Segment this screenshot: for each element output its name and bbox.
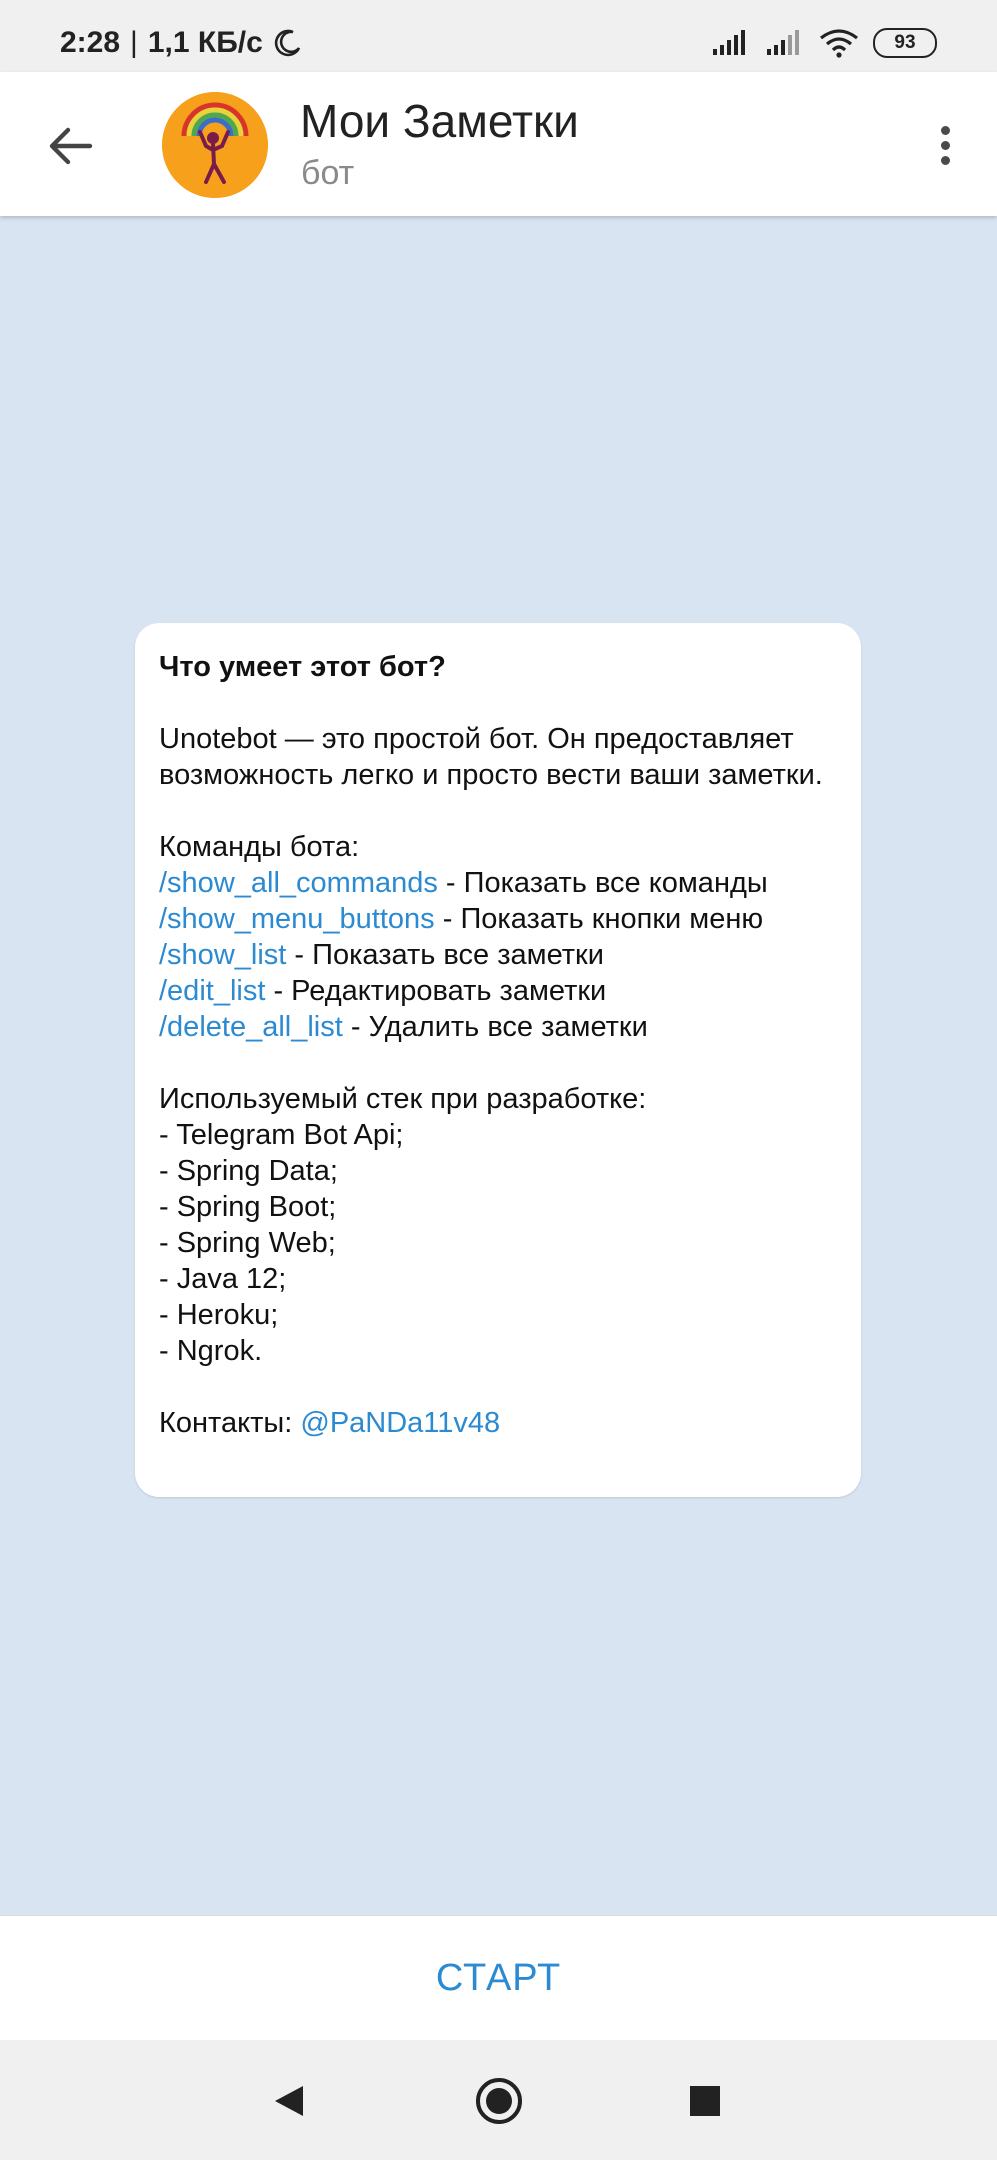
moon-icon — [274, 29, 300, 57]
chat-header: Мои Заметки бот — [0, 72, 997, 216]
contacts-label: Контакты: — [159, 1407, 301, 1439]
bot-avatar-icon — [162, 92, 268, 198]
command-item: /show_menu_buttons - Показать кнопки мен… — [159, 901, 837, 937]
status-left: 2:28 | 1,1 КБ/с — [60, 26, 303, 60]
stack-item: - Spring Boot; — [159, 1191, 337, 1223]
nav-home-button[interactable] — [472, 2074, 526, 2128]
stack-item: - Spring Web; — [159, 1227, 336, 1259]
circle-home-icon — [476, 2078, 522, 2124]
contacts-line: Контакты: @PaNDa11v48 — [159, 1405, 837, 1441]
nav-recents-button[interactable] — [678, 2074, 732, 2128]
command-desc: - Удалить все заметки — [342, 1011, 648, 1043]
stack-title: Используемый стек при разработке: — [159, 1083, 647, 1115]
command-item: /show_list - Показать все заметки — [159, 937, 837, 973]
card-description: Unotebot — это простой бот. Он предостав… — [159, 723, 823, 791]
system-nav-bar — [0, 2040, 997, 2160]
more-menu-button[interactable] — [915, 112, 975, 178]
stack-item: - Ngrok. — [159, 1335, 263, 1367]
stack-item: - Heroku; — [159, 1299, 279, 1331]
signal-icon — [767, 30, 799, 55]
command-link[interactable]: /show_menu_buttons — [159, 903, 435, 935]
commands-title: Команды бота: — [159, 831, 360, 863]
stack-item: - Spring Data; — [159, 1155, 338, 1187]
command-link[interactable]: /show_list — [159, 939, 286, 971]
chat-subtitle: бот — [301, 154, 355, 192]
status-bar: 2:28 | 1,1 КБ/с 93 — [0, 0, 997, 72]
command-link[interactable]: /edit_list — [159, 975, 265, 1007]
start-button[interactable]: СТАРТ — [0, 1916, 997, 2041]
status-separator: | — [130, 26, 138, 59]
stack-item: - Telegram Bot Api; — [159, 1119, 404, 1151]
command-item: /show_all_commands - Показать все команд… — [159, 865, 837, 901]
status-speed: 1,1 КБ/с — [147, 26, 263, 59]
avatar[interactable] — [162, 92, 268, 198]
triangle-back-icon — [275, 2086, 303, 2116]
wifi-icon — [820, 29, 858, 58]
signal-icon — [713, 30, 745, 55]
status-time: 2:28 — [60, 26, 121, 59]
command-link[interactable]: /delete_all_list — [159, 1011, 343, 1043]
command-desc: - Показать все команды — [437, 867, 768, 899]
more-vertical-icon — [940, 140, 950, 150]
card-heading: Что умеет этот бот? — [159, 651, 446, 683]
square-recents-icon — [690, 2086, 720, 2116]
command-desc: - Показать кнопки меню — [434, 903, 764, 935]
nav-back-button[interactable] — [262, 2074, 316, 2128]
chat-title: Мои Заметки — [300, 95, 579, 147]
more-vertical-icon — [940, 155, 950, 165]
battery-icon: 93 — [873, 28, 937, 58]
more-vertical-icon — [940, 125, 950, 135]
command-desc: - Показать все заметки — [286, 939, 604, 971]
contact-link[interactable]: @PaNDa11v48 — [300, 1407, 500, 1439]
arrow-left-icon — [49, 127, 93, 165]
status-right: 93 — [711, 28, 937, 58]
command-item: /delete_all_list - Удалить все заметки — [159, 1009, 837, 1045]
command-desc: - Редактировать заметки — [265, 975, 607, 1007]
command-link[interactable]: /show_all_commands — [159, 867, 438, 899]
back-button[interactable] — [38, 114, 102, 178]
command-item: /edit_list - Редактировать заметки — [159, 973, 837, 1009]
bot-info-card: Что умеет этот бот? Unotebot — это прост… — [135, 623, 861, 1497]
stack-item: - Java 12; — [159, 1263, 287, 1295]
bottom-bar: СТАРТ — [0, 1915, 997, 2041]
